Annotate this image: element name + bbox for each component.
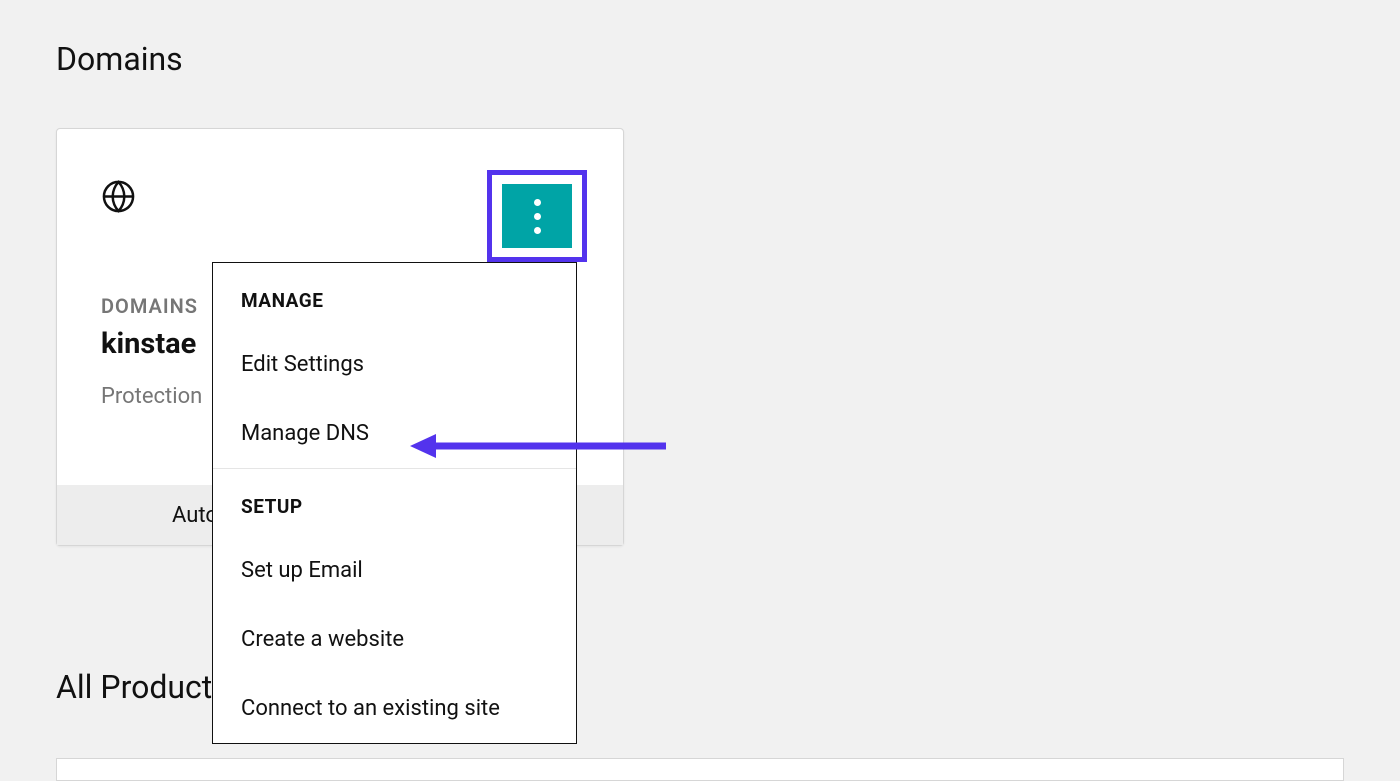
menu-item-create-website[interactable]: Create a website	[213, 605, 576, 674]
menu-item-connect-site[interactable]: Connect to an existing site	[213, 674, 576, 743]
kebab-dot-icon	[534, 227, 541, 234]
auto-renew-text: Auto	[172, 503, 218, 528]
dropdown-menu: MANAGE Edit Settings Manage DNS SETUP Se…	[212, 262, 577, 744]
protection-text: Protection	[101, 384, 202, 409]
kebab-dot-icon	[534, 213, 541, 220]
menu-item-setup-email[interactable]: Set up Email	[213, 536, 576, 605]
products-panel	[56, 758, 1344, 781]
kebab-menu-button[interactable]	[502, 184, 572, 248]
annotation-highlight-box	[487, 170, 587, 262]
menu-section-manage: MANAGE	[213, 263, 576, 330]
menu-section-setup: SETUP	[213, 469, 576, 536]
kebab-dot-icon	[534, 199, 541, 206]
page-title: Domains	[56, 40, 183, 78]
menu-item-edit-settings[interactable]: Edit Settings	[213, 330, 576, 399]
menu-item-manage-dns[interactable]: Manage DNS	[213, 399, 576, 468]
globe-icon	[101, 179, 136, 214]
domain-category-label: DOMAINS	[101, 294, 198, 318]
all-products-title: All Products	[56, 668, 229, 706]
domain-name: kinstae	[101, 327, 196, 361]
